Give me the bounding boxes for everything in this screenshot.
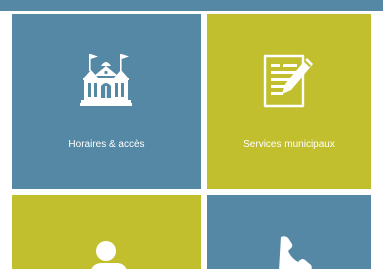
- tile-label-horaires: Horaires & accès: [68, 139, 145, 150]
- tile-label-services: Services municipaux: [243, 139, 335, 150]
- person-icon: [88, 239, 128, 269]
- tile-grid: Horaires & accès Services municipaux: [0, 0, 383, 269]
- town-hall-icon: [80, 52, 132, 108]
- tile-partial-top[interactable]: [0, 0, 383, 11]
- form-pencil-icon: [263, 52, 317, 108]
- tile-partial-right[interactable]: [207, 195, 371, 269]
- phone-icon: [277, 235, 313, 269]
- tile-horaires-acces[interactable]: Horaires & accès: [12, 14, 201, 189]
- tile-services-municipaux[interactable]: Services municipaux: [207, 14, 371, 189]
- tile-partial-left[interactable]: [12, 195, 201, 269]
